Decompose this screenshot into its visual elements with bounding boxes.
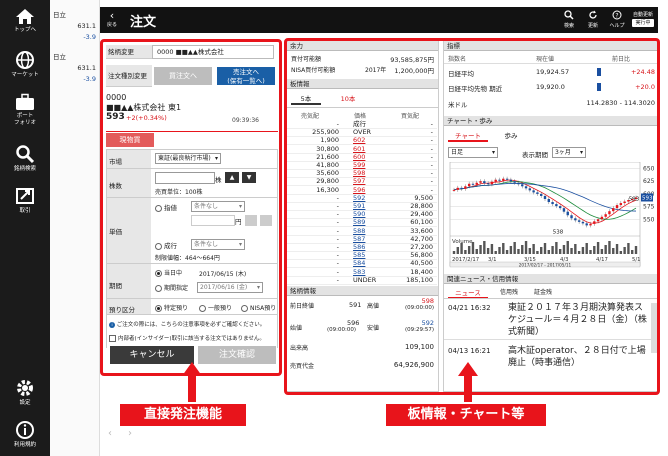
- mini-watchlist: 日立 631.1 -3.9 日立 631.1 -3.9 ‹ ›: [50, 0, 132, 456]
- sidebar-label: トップへ: [13, 27, 36, 33]
- arrow-up-icon: [182, 362, 202, 402]
- refresh-icon: [589, 10, 597, 19]
- header-bar: ‹ 戻る 注文 検索 更新 ? ヘルプ 自動更新 実行中: [100, 7, 658, 33]
- sidebar-label: 銘柄検索: [13, 166, 36, 172]
- mini-item[interactable]: 日立 631.1 -3.9: [53, 10, 98, 43]
- header-search-button[interactable]: 検索: [560, 10, 578, 29]
- callout-board-chart: 板情報・チャート等: [386, 404, 546, 426]
- gear-icon: [17, 380, 33, 396]
- highlight-order-panel: [100, 39, 282, 376]
- sidebar-item-trade[interactable]: 取引: [0, 186, 50, 215]
- search-icon: [564, 10, 574, 20]
- chevron-left-icon[interactable]: ‹: [108, 428, 112, 439]
- page-title: 注文: [130, 15, 157, 30]
- mini-item[interactable]: 日立 631.1 -3.9: [53, 52, 98, 85]
- sidebar-item-settings[interactable]: 設定: [0, 378, 50, 407]
- trade-icon: [16, 188, 34, 204]
- auto-update-toggle[interactable]: 自動更新 実行中: [632, 11, 654, 27]
- sidebar-item-top[interactable]: トップへ: [0, 8, 50, 34]
- sidebar-label: ポート フォリオ: [13, 113, 36, 126]
- back-button[interactable]: ‹ 戻る: [106, 10, 118, 28]
- briefcase-icon: [16, 93, 34, 110]
- svg-text:?: ?: [615, 13, 618, 20]
- header-help-button[interactable]: ? ヘルプ: [608, 10, 626, 29]
- search-icon: [16, 145, 35, 164]
- info-icon: [16, 421, 34, 439]
- sidebar-item-search[interactable]: 銘柄検索: [0, 144, 50, 173]
- sidebar-item-market[interactable]: マーケット: [0, 50, 50, 79]
- highlight-board-panel: [284, 38, 660, 395]
- sidebar: トップへ マーケット ポート フォリオ 銘柄検索 取引 設定 利用規約: [0, 0, 50, 456]
- header-update-button[interactable]: 更新: [584, 10, 602, 29]
- sidebar-label: 取引: [19, 208, 31, 214]
- sidebar-item-portfolio[interactable]: ポート フォリオ: [0, 93, 50, 127]
- sidebar-item-terms[interactable]: 利用規約: [0, 420, 50, 449]
- home-icon: [16, 9, 34, 24]
- callout-direct-order: 直接発注機能: [120, 404, 246, 426]
- chevron-right-icon[interactable]: ›: [128, 428, 132, 439]
- sidebar-label: 設定: [19, 400, 31, 406]
- chevron-left-icon: ‹: [109, 9, 115, 22]
- help-icon: ?: [612, 10, 622, 20]
- arrow-up-icon: [458, 362, 478, 402]
- sidebar-label: 利用規約: [13, 442, 36, 448]
- sidebar-label: マーケット: [11, 72, 39, 78]
- globe-icon: [16, 51, 34, 69]
